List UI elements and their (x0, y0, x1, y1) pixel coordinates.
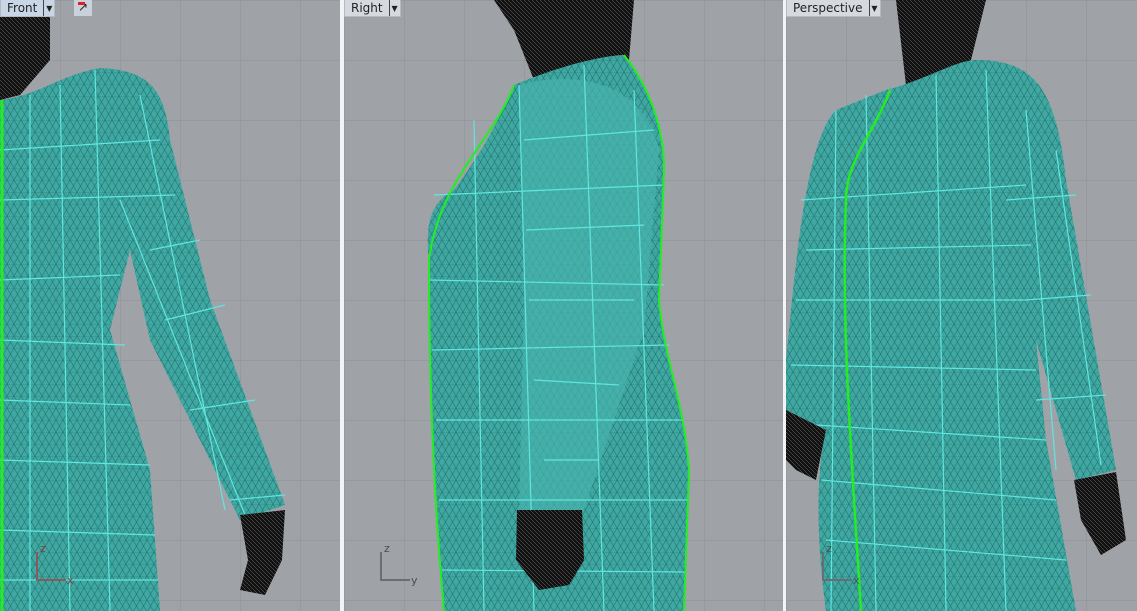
viewport-tab-perspective[interactable]: Perspective ▼ (786, 0, 881, 17)
axis-x-label: x (67, 574, 74, 587)
gumball-icon[interactable]: ↗ (74, 0, 92, 16)
dropdown-arrow-icon[interactable]: ▼ (43, 0, 54, 16)
axis-z-label: z (826, 542, 832, 555)
axis-indicator: z y (380, 542, 420, 587)
front-scene (0, 0, 340, 611)
viewport-label[interactable]: Perspective (787, 1, 869, 15)
viewport-perspective[interactable]: Perspective ▼ z x (786, 0, 1137, 611)
axis-y-label: y (411, 574, 418, 587)
axis-x-label: x (853, 574, 860, 587)
viewport-label[interactable]: Right (345, 1, 389, 15)
axis-z-label: z (40, 542, 46, 555)
viewport-right[interactable]: Right ▼ z y (344, 0, 783, 611)
viewport-tab-right[interactable]: Right ▼ (344, 0, 401, 17)
viewport-front[interactable]: Front ▼ ↗ z x (0, 0, 340, 611)
dropdown-arrow-icon[interactable]: ▼ (868, 0, 880, 16)
viewport-label[interactable]: Front (1, 1, 43, 15)
axis-indicator: z x (36, 542, 76, 587)
right-scene (344, 0, 783, 611)
axis-z-label: z (384, 542, 390, 555)
dropdown-arrow-icon[interactable]: ▼ (388, 0, 400, 16)
perspective-scene (786, 0, 1137, 611)
viewport-tab-front[interactable]: Front ▼ (0, 0, 56, 17)
axis-indicator: z x (822, 542, 862, 587)
